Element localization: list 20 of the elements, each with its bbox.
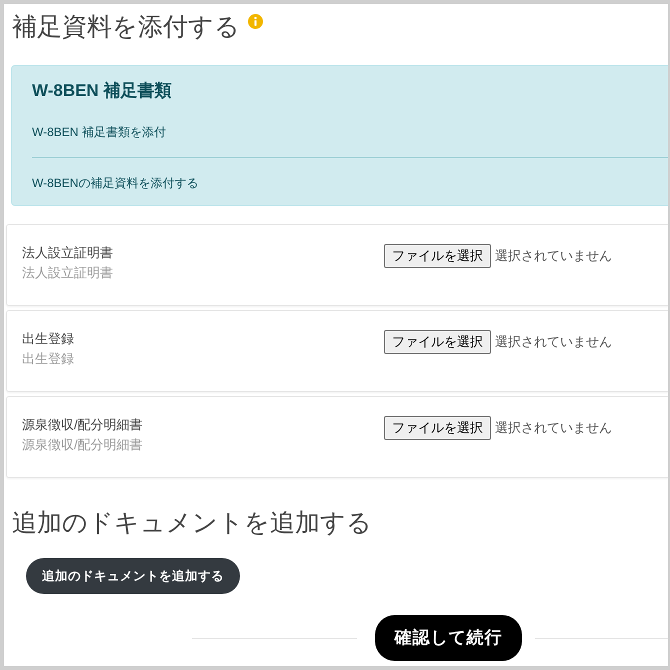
file-status: 選択されていません (495, 419, 612, 437)
add-document-button[interactable]: 追加のドキュメントを追加する (26, 558, 240, 594)
choose-file-button[interactable]: ファイルを選択 (384, 416, 491, 440)
info-icon[interactable] (248, 14, 263, 29)
panel-title: W-8BEN 補足書類 (32, 80, 172, 102)
panel-text: W-8BENの補足資料を添付する (32, 175, 198, 192)
document-label: 法人設立証明書 (22, 244, 113, 262)
section-heading: 追加のドキュメントを追加する (12, 508, 372, 539)
confirm-continue-button[interactable]: 確認して続行 (375, 615, 522, 661)
document-description: 法人設立証明書 (22, 264, 113, 282)
panel-text: W-8BEN 補足書類を添付 (32, 124, 166, 141)
document-description: 出生登録 (22, 350, 74, 368)
file-status: 選択されていません (495, 333, 612, 351)
choose-file-button[interactable]: ファイルを選択 (384, 244, 491, 268)
document-label: 出生登録 (22, 330, 74, 348)
choose-file-button[interactable]: ファイルを選択 (384, 330, 491, 354)
document-description: 源泉徴収/配分明細書 (22, 436, 143, 454)
page-title: 補足資料を添付する (12, 12, 240, 43)
document-label: 源泉徴収/配分明細書 (22, 416, 143, 434)
file-status: 選択されていません (495, 247, 612, 265)
